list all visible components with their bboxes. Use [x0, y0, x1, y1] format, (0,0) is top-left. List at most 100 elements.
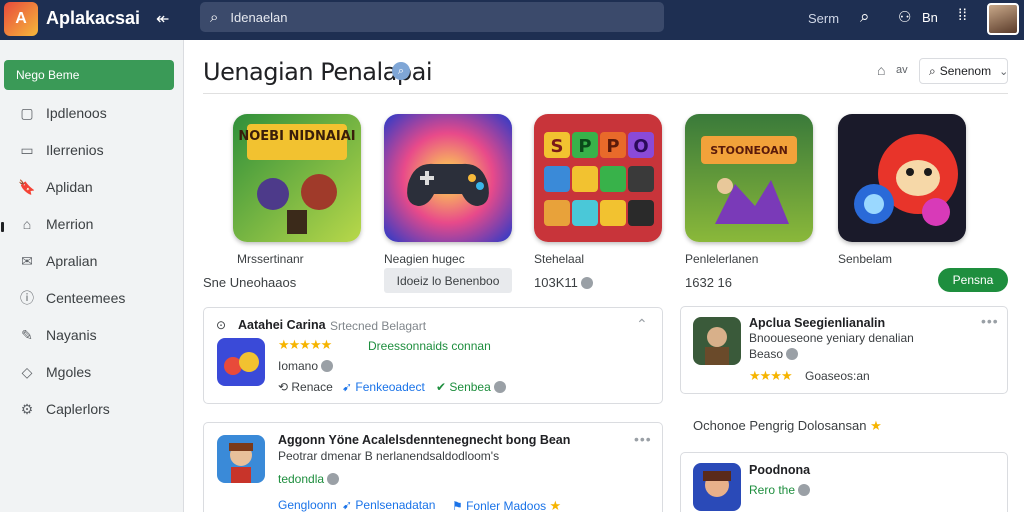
rating-count-value: 103K11 [534, 275, 578, 290]
edit-icon: ✎ [21, 326, 33, 343]
card-3-action-3[interactable]: ⚑ Fonler Madoos ★ [452, 498, 561, 512]
review-card-1[interactable]: ⊙ Aatahei Carina Srtecned Belagart ⌃ ★★★… [203, 307, 663, 404]
sidebar-item-label: Ipdlenoos [46, 105, 107, 121]
tile-3-label: Stehelaal [534, 252, 585, 266]
avatar[interactable] [987, 3, 1019, 35]
home-label[interactable]: av [896, 64, 908, 76]
chevron-down-icon: ⌄ [999, 65, 1009, 78]
sidebar-item-label: Mgoles [46, 364, 92, 380]
top-right-label[interactable]: Serm [808, 11, 839, 26]
sidebar-item-5[interactable]: ✉ Apralian [0, 246, 184, 276]
sidebar-item-6[interactable]: ⓘ Centeemees [0, 283, 184, 313]
filter-chip[interactable]: Idoeiz lo Benenboo [384, 268, 512, 293]
info-icon: ⓘ [20, 290, 34, 306]
game-tile-5[interactable] [838, 114, 966, 242]
review-card-2[interactable]: Apclua Seegienlianalin Bnooueseone yenia… [680, 306, 1008, 394]
sidebar-item-label: Nayanis [46, 327, 97, 343]
info-icon [798, 484, 811, 496]
card-1-sub: Iomano [278, 359, 334, 373]
tile-3-letter-4: O [633, 136, 648, 157]
game-art-1: NOEBI NIDNAIAI [233, 114, 361, 242]
pin-icon: ⊙ [216, 318, 227, 332]
home-icon[interactable]: ⌂ [877, 62, 885, 78]
sidebar-item-2[interactable]: ▭ Ilerrenios [0, 135, 184, 165]
gear-icon: ⚙ [20, 400, 34, 417]
app-logo-letter: A [15, 10, 27, 27]
game-art-2 [384, 114, 512, 242]
sidebar-item-3[interactable]: 🔖 Aplidan [0, 172, 184, 202]
sidebar-item-label: Caplerlors [46, 401, 110, 417]
sidebar: Nego Beme ▢ Ipdlenoos ▭ Ilerrenios 🔖 Aplidan ⌂… [0, 40, 184, 512]
info-icon [786, 348, 799, 360]
sidebar-item-label: Apralian [46, 253, 98, 269]
bookmark-icon: 🔖 [18, 178, 36, 195]
search-badge-icon[interactable]: ⌕ [392, 62, 410, 80]
card-3-action-2-label: Penlsenadatan [355, 498, 436, 512]
sidebar-item-9[interactable]: ⚙ Caplerlors [0, 394, 184, 424]
app-logo[interactable]: A [4, 2, 38, 36]
sort-button[interactable]: ⌕ Senenom ⌄ [919, 58, 1008, 84]
game-tile-4[interactable]: STOONEOAN [685, 114, 813, 242]
review-card-4[interactable]: Poodnona Rero the [680, 452, 1008, 512]
sidebar-item-1[interactable]: ▢ Ipdlenoos [0, 98, 184, 128]
more-options-icon[interactable]: ••• [634, 431, 652, 447]
game-tile-2[interactable] [384, 114, 512, 242]
card-1-thumbnail [217, 338, 265, 386]
rating-count: 103K11 [534, 275, 594, 290]
tile-1-label: Mrssertinanr [237, 252, 304, 266]
card-4-green-text: Rero the [749, 483, 796, 497]
card-3-green-text: tedondla [278, 472, 325, 486]
sidebar-item-7[interactable]: ✎ Nayanis [0, 320, 184, 350]
sidebar-item-8[interactable]: ◇ Mgoles [0, 357, 184, 387]
card-3-action-2[interactable]: ➹ Penlsenadatan [342, 498, 435, 512]
search-bar[interactable]: ⌕ [200, 2, 664, 32]
sub-row-left: Sne Uneohaaos [203, 275, 297, 290]
game-tile-3[interactable]: S P P O [534, 114, 662, 242]
side-info: Ochonoe Pengrig Dolosansan ★ [693, 418, 882, 434]
header-divider [203, 93, 1008, 94]
card-1-action-2[interactable]: ➹ Fenkeoadect [342, 380, 425, 394]
calendar-icon: ▢ [20, 104, 34, 121]
card-1-sub-value: Iomano [278, 359, 319, 373]
info-icon [494, 381, 507, 393]
tile-4-art-text: STOONEOAN [710, 144, 788, 157]
card-1-title: Aatahei Carina [238, 318, 326, 332]
more-options-icon[interactable]: ••• [981, 313, 999, 329]
tile-3-letter-1: S [551, 136, 564, 157]
card-3-title: Aggonn Yöne Acalelsdenntenegnecht bong B… [278, 433, 571, 447]
card-3-thumbnail [217, 435, 265, 483]
top-search-icon[interactable]: ⌕ [860, 7, 870, 27]
tile-3-letter-2: P [578, 136, 591, 157]
card-2-thumbnail [693, 317, 741, 365]
sidebar-item-4[interactable]: ⌂ Merrion [0, 209, 184, 239]
sidebar-item-label: Ilerrenios [46, 142, 104, 158]
tile-4-label: Penlelerlanen [685, 252, 759, 266]
card-1-action-1-label: Renace [291, 380, 333, 394]
game-tile-1[interactable]: NOEBI NIDNAIAI [233, 114, 361, 242]
search-input[interactable] [230, 9, 631, 25]
star-icon: ★ [549, 498, 561, 512]
card-2-line3: Beaso [749, 347, 799, 361]
review-card-3[interactable]: Aggonn Yöne Acalelsdenntenegnecht bong B… [203, 422, 663, 512]
card-1-action-2-label: Fenkeoadect [355, 380, 425, 394]
collapse-icon[interactable]: ⌃ [636, 316, 649, 333]
tile-1-art-text: NOEBI NIDNAIAI [238, 129, 355, 144]
tile-5-label: Senbelam [838, 252, 893, 266]
sidebar-item-label: Merrion [46, 216, 94, 232]
back-arrow-icon[interactable]: ↞ [156, 9, 169, 29]
sidebar-primary-button[interactable]: Nego Beme [4, 60, 174, 90]
install-button[interactable]: Pensna [938, 268, 1008, 292]
tile-2-label: Neagien hugec [384, 252, 465, 266]
card-2-line2: Bnooueseone yeniary denalian [749, 331, 914, 345]
apps-grid-icon[interactable]: ⁞⁞ [958, 7, 967, 25]
mail-icon: ✉ [21, 252, 33, 269]
card-1-green-text: Dreessonnaids connan [368, 339, 491, 353]
app-title: Aplakacsai [46, 8, 141, 28]
card-1-action-1[interactable]: ⟲ Renace [278, 380, 333, 394]
top-bar: A Aplakacsai ↞ ⌕ Serm ⌕ ⚇ Bn ⁞⁞ [0, 0, 1024, 40]
card-1-action-3[interactable]: ✔ Senbea [436, 380, 507, 394]
user-icon[interactable]: ⚇ [898, 8, 911, 26]
tag-icon: ◇ [21, 363, 33, 380]
user-label[interactable]: Bn [922, 10, 938, 25]
card-3-action-1[interactable]: Gengloonn [278, 498, 337, 512]
